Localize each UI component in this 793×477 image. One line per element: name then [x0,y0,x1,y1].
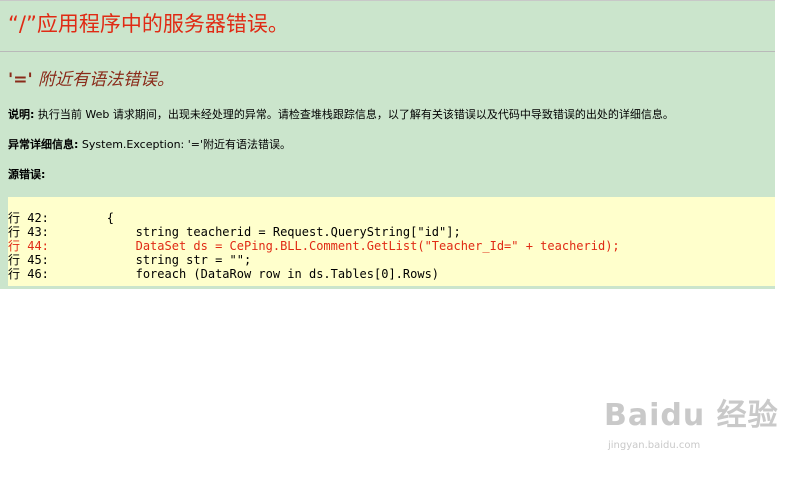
code-line-error: 行 44: DataSet ds = CePing.BLL.Comment.Ge… [8,239,620,253]
exception-label: 异常详细信息: [8,138,79,151]
source-error-label: 源错误: [8,168,46,181]
error-page-panel: “/”应用程序中的服务器错误。 '=' 附近有语法错误。 说明: 执行当前 We… [0,0,775,289]
code-line: 行 45: string str = ""; [8,253,252,267]
error-heading: '=' 附近有语法错误。 [8,68,174,92]
exception-details-row: 异常详细信息: System.Exception: '='附近有语法错误。 [8,137,291,153]
code-line: 行 42: { [8,211,114,225]
source-code-block: 行 42: { 行 43: string teacherid = Request… [8,197,775,286]
error-symbol: '=' [8,70,33,90]
code-line: 行 43: string teacherid = Request.QuerySt… [8,225,461,239]
watermark-url: jingyan.baidu.com [608,440,701,451]
code-line: 行 46: foreach (DataRow row in ds.Tables[… [8,267,440,281]
exception-text: System.Exception: '='附近有语法错误。 [78,138,292,151]
watermark-logo: Baidu 经验 [604,398,779,433]
description-row: 说明: 执行当前 Web 请求期间，出现未经处理的异常。请检查堆栈跟踪信息，以了… [8,107,674,123]
baidu-jingyan-watermark: Baidu 经验 jingyan.baidu.com [604,396,784,460]
description-text: 执行当前 Web 请求期间，出现未经处理的异常。请检查堆栈跟踪信息，以了解有关该… [34,108,674,121]
source-error-row: 源错误: [8,167,45,183]
page-title: “/”应用程序中的服务器错误。 [8,12,289,36]
title-divider [0,51,775,52]
error-heading-text: 附近有语法错误。 [32,70,175,90]
description-label: 说明: [8,108,35,121]
